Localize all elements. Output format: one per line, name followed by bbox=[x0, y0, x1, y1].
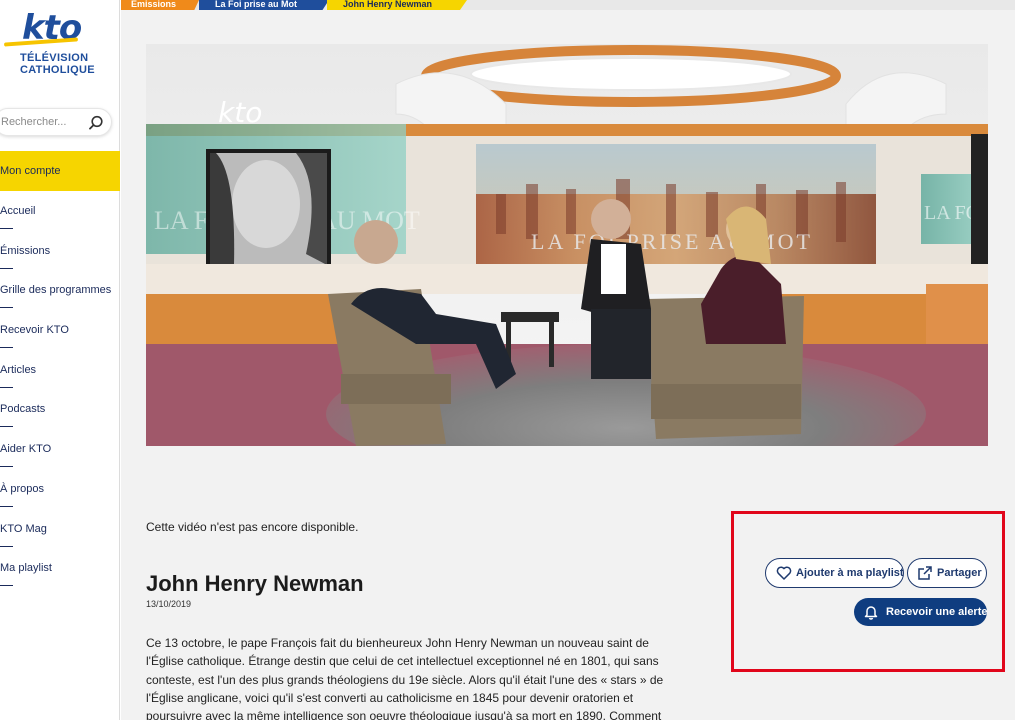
receive-alert-button[interactable]: Recevoir une alerte bbox=[854, 598, 988, 626]
sidebar-item-apropos[interactable]: À propos bbox=[0, 474, 120, 514]
unavailable-notice: Cette vidéo n'est pas encore disponible. bbox=[146, 520, 359, 534]
receive-alert-label: Recevoir une alerte bbox=[886, 606, 988, 618]
breadcrumb-current: John Henry Newman bbox=[327, 0, 467, 10]
share-button[interactable]: Partager bbox=[907, 558, 987, 588]
sidebar-item-emissions[interactable]: Émissions bbox=[0, 236, 120, 276]
divider bbox=[0, 545, 13, 547]
description-line: l'Église catholique. Étrange destin que … bbox=[146, 654, 659, 669]
sidebar-item-playlist[interactable]: Ma playlist bbox=[0, 553, 120, 593]
sidebar: kto TÉLÉVISION CATHOLIQUE Rechercher... … bbox=[0, 0, 120, 720]
description-line: conteste, est l'un des plus grands théol… bbox=[146, 672, 664, 687]
screen-overlay-text: LA FOI PRISE AU MOT bbox=[531, 229, 813, 254]
sidebar-item-label: Grille des programmes bbox=[0, 284, 112, 297]
divider bbox=[0, 228, 13, 229]
page-title: John Henry Newman bbox=[146, 571, 364, 596]
divider bbox=[0, 466, 13, 468]
sidebar-item-podcasts[interactable]: Podcasts bbox=[0, 394, 120, 434]
breadcrumb-emissions[interactable]: Émissions bbox=[121, 0, 199, 10]
sidebar-item-label: Aider KTO bbox=[0, 443, 52, 456]
highlight-box bbox=[731, 511, 1005, 672]
sidebar-item-label: Émissions bbox=[0, 244, 51, 257]
breadcrumb: Émissions La Foi prise au Mot John Henry… bbox=[121, 0, 1015, 10]
logo-tagline-line2: CATHOLIQUE bbox=[20, 64, 95, 76]
divider bbox=[0, 347, 13, 349]
sidebar-item-label: Accueil bbox=[0, 205, 36, 217]
sidebar-item-label: Recevoir KTO bbox=[0, 324, 69, 337]
main-content: Émissions La Foi prise au Mot John Henry… bbox=[121, 0, 1015, 720]
sidebar-item-label: Podcasts bbox=[0, 403, 46, 416]
sidebar-item-label: Articles bbox=[0, 363, 37, 376]
sidebar-item-recevoir[interactable]: Recevoir KTO bbox=[0, 315, 120, 355]
sidebar-item-aider[interactable]: Aider KTO bbox=[0, 434, 120, 474]
sidebar-item-label: KTO Mag bbox=[0, 522, 47, 535]
sidebar-item-grille[interactable]: Grille des programmes bbox=[0, 275, 120, 315]
divider bbox=[0, 386, 13, 388]
divider bbox=[0, 267, 13, 269]
divider bbox=[0, 426, 13, 428]
logo-tagline-line1: TÉLÉVISION bbox=[20, 52, 89, 64]
description-line: l'Église anglicane, voici qu'il s'est co… bbox=[146, 690, 634, 705]
sidebar-item-accueil[interactable]: Accueil bbox=[0, 196, 120, 236]
kto-logo[interactable]: kto TÉLÉVISION CATHOLIQUE bbox=[0, 6, 120, 86]
description-line: poursuivre avec la même intelligence son… bbox=[146, 709, 662, 720]
add-to-playlist-button[interactable]: Ajouter à ma playlist bbox=[765, 558, 904, 588]
divider bbox=[0, 585, 13, 587]
sidebar-item-label: Ma playlist bbox=[0, 562, 52, 575]
description-line: Ce 13 octobre, le pape François fait du … bbox=[146, 636, 649, 650]
search-input[interactable]: Rechercher... bbox=[0, 108, 112, 136]
search-placeholder: Rechercher... bbox=[1, 116, 67, 128]
share-label: Partager bbox=[937, 567, 982, 579]
heart-icon bbox=[776, 566, 792, 580]
video-player-thumbnail[interactable]: LA FOI PRISE AU MOT LA FOI PRISE AU MOT … bbox=[146, 44, 988, 446]
divider bbox=[0, 307, 13, 309]
publish-date: 13/10/2019 bbox=[146, 599, 192, 609]
video-kto-logo: kto bbox=[218, 96, 262, 129]
sidebar-item-label: À propos bbox=[0, 482, 45, 495]
logo-tagline: TÉLÉVISION CATHOLIQUE bbox=[20, 52, 95, 76]
divider bbox=[0, 505, 13, 507]
my-account-label: Mon compte bbox=[0, 165, 61, 177]
search-icon[interactable] bbox=[87, 114, 105, 132]
add-to-playlist-label: Ajouter à ma playlist bbox=[796, 567, 904, 579]
description: Ce 13 octobre, le pape François fait du … bbox=[146, 634, 701, 720]
bell-icon bbox=[864, 606, 878, 620]
external-link-icon bbox=[918, 566, 932, 580]
breadcrumb-show[interactable]: La Foi prise au Mot bbox=[199, 0, 329, 10]
sidebar-item-articles[interactable]: Articles bbox=[0, 355, 120, 395]
sidebar-item-ktomag[interactable]: KTO Mag bbox=[0, 514, 120, 554]
sidebar-nav: Accueil Émissions Grille des programmes … bbox=[0, 196, 120, 593]
my-account-button[interactable]: Mon compte bbox=[0, 151, 120, 191]
